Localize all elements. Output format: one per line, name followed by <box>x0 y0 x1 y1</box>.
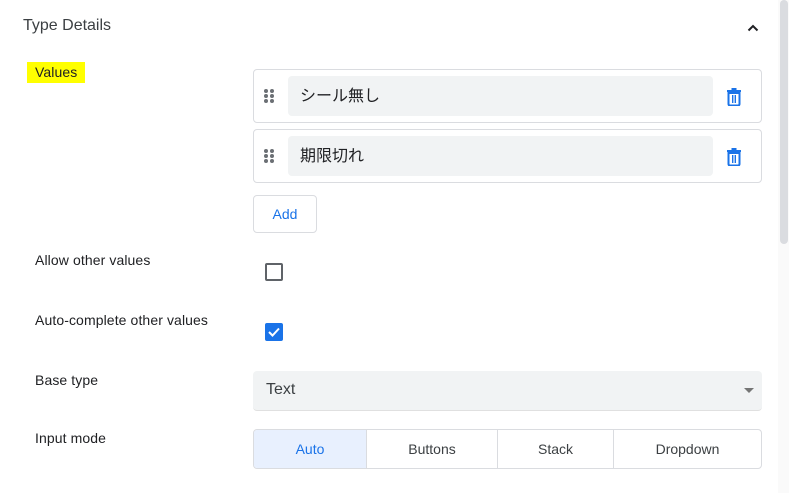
input-mode-stack[interactable]: Stack <box>497 430 613 468</box>
value-row <box>253 129 762 183</box>
auto-complete-label: Auto-complete other values <box>35 312 209 328</box>
allow-other-values-label: Allow other values <box>35 252 151 268</box>
dropdown-arrow-icon <box>744 388 754 393</box>
add-value-button[interactable]: Add <box>253 195 317 233</box>
drag-handle-icon[interactable] <box>264 149 276 163</box>
delete-value-button[interactable] <box>726 148 742 167</box>
auto-complete-checkbox[interactable] <box>265 323 283 341</box>
input-mode-toggle: Auto Buttons Stack Dropdown <box>253 429 762 469</box>
trash-icon <box>727 88 741 107</box>
scrollbar-thumb[interactable] <box>780 0 788 244</box>
check-icon <box>268 327 280 337</box>
value-input[interactable] <box>288 136 713 176</box>
values-label: Values <box>27 62 86 83</box>
input-mode-buttons[interactable]: Buttons <box>366 430 497 468</box>
input-mode-auto[interactable]: Auto <box>254 430 366 468</box>
section-title: Type Details <box>23 17 112 34</box>
allow-other-values-checkbox[interactable] <box>265 263 283 281</box>
delete-value-button[interactable] <box>726 88 742 107</box>
base-type-label: Base type <box>35 372 99 388</box>
trash-icon <box>727 148 741 167</box>
drag-handle-icon[interactable] <box>264 89 276 103</box>
base-type-value: Text <box>266 381 296 398</box>
value-input[interactable] <box>288 76 713 116</box>
input-mode-dropdown[interactable]: Dropdown <box>613 430 761 468</box>
value-row <box>253 69 762 123</box>
chevron-up-icon <box>747 24 759 32</box>
base-type-select[interactable]: Text <box>253 371 762 411</box>
input-mode-label: Input mode <box>35 430 107 446</box>
collapse-button[interactable] <box>743 18 763 38</box>
